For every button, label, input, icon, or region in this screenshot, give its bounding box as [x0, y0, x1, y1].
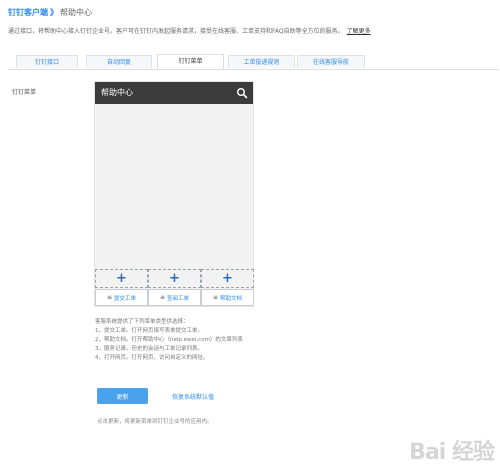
menu-item-label: 查阅工单 — [167, 295, 190, 302]
menu-item-help-docs[interactable]: ≡ 帮助文档 — [201, 289, 254, 306]
tab-dingtalk-menu[interactable]: 钉钉菜单 — [157, 54, 224, 69]
menu-item-label: 提交工单 — [114, 295, 137, 302]
menu-item-submit-ticket[interactable]: ≡ 提交工单 — [95, 289, 148, 306]
breadcrumb: 钉钉客户端》帮助中心 — [8, 7, 92, 18]
tab-dingtalk-api[interactable]: 钉钉接口 — [16, 55, 78, 68]
add-submenu-button[interactable]: + — [201, 269, 254, 288]
learn-more-link[interactable]: 了解更多 — [347, 28, 371, 35]
menu-icon: ≡ — [106, 294, 112, 301]
page-description: 通过接口，将帮助中心接入钉钉企业号。客户可在钉钉内发起服务请求，接受在线客服、工… — [8, 26, 371, 35]
menu-column: + ≡ 查阅工单 — [148, 269, 201, 306]
breadcrumb-current: 帮助中心 — [60, 8, 92, 17]
add-submenu-button[interactable]: + — [95, 269, 148, 288]
tab-ticket-rules[interactable]: 工单投递规则 — [228, 55, 295, 68]
restore-defaults-link[interactable]: 恢复系统默认值 — [172, 392, 214, 401]
phone-title: 帮助中心 — [101, 88, 133, 97]
menu-column: + ≡ 提交工单 — [95, 269, 148, 306]
menu-icon: ≡ — [212, 294, 218, 301]
update-button[interactable]: 更新 — [97, 388, 148, 404]
description-text: 通过接口，将帮助中心接入钉钉企业号。客户可在钉钉内发起服务请求，接受在线客服、工… — [8, 28, 344, 35]
plus-icon: + — [169, 271, 180, 286]
breadcrumb-parent-link[interactable]: 钉钉客户端 — [8, 8, 48, 17]
phone-preview: 帮助中心 + ≡ 提交工单 + ≡ 查阅工单 + ≡ 帮助文档 — [94, 81, 254, 307]
update-note: 点击更新，将更新菜单到钉钉企业号的应用内。 — [97, 419, 213, 425]
section-label: 钉钉菜单 — [12, 89, 37, 96]
breadcrumb-separator: 》 — [50, 8, 58, 17]
help-line: 1，提交工单。打开网页填写表单提交工单。 — [95, 328, 204, 334]
phone-menu-bar: + ≡ 提交工单 + ≡ 查阅工单 + ≡ 帮助文档 — [95, 269, 254, 306]
tab-online-service-nav[interactable]: 在线客服导航 — [297, 55, 365, 68]
menu-column: + ≡ 帮助文档 — [201, 269, 254, 306]
help-line: 客服系统提供了下列菜单类型供选择： — [95, 319, 189, 325]
menu-item-view-ticket[interactable]: ≡ 查阅工单 — [148, 289, 201, 306]
plus-icon: + — [222, 271, 233, 286]
help-line: 2，帮助文档。打开帮助中心（help.ewei.com）的文章列表 — [95, 337, 243, 343]
tab-bar: 钉钉接口 自动回复 钉钉菜单 工单投递规则 在线客服导航 — [8, 53, 498, 70]
add-submenu-button[interactable]: + — [148, 269, 201, 288]
baidu-watermark: Bai 经验 — [409, 440, 495, 465]
menu-item-label: 帮助文档 — [220, 295, 243, 302]
phone-header: 帮助中心 — [95, 82, 253, 104]
search-icon[interactable] — [236, 87, 248, 99]
menu-type-help: 客服系统提供了下列菜单类型供选择： 1，提交工单。打开网页填写表单提交工单。 2… — [95, 318, 243, 363]
plus-icon: + — [116, 271, 127, 286]
menu-icon: ≡ — [159, 294, 165, 301]
help-line: 3，服务记录。历史的会话与工单记录列表。 — [95, 346, 204, 352]
help-line: 4，打开网页。打开网页，访问自定义的网址。 — [95, 355, 209, 361]
tab-auto-reply[interactable]: 自动回复 — [86, 55, 152, 68]
